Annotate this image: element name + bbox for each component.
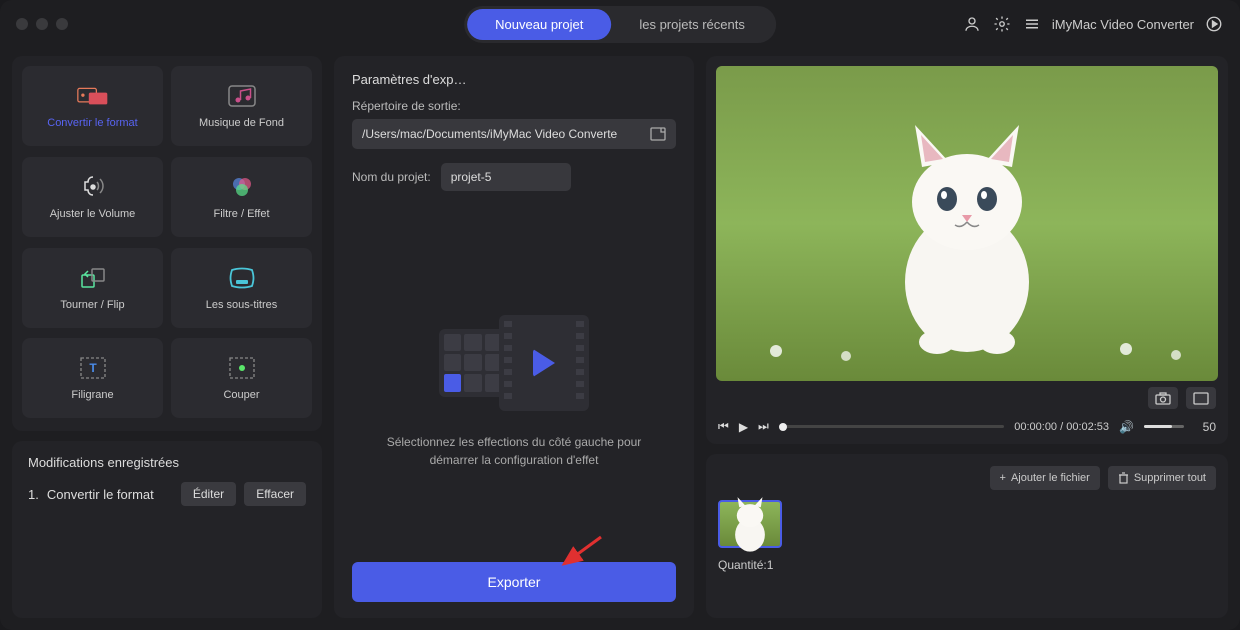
files-panel: +Ajouter le fichier Supprimer tout (706, 454, 1228, 618)
tool-label: Musique de Fond (199, 117, 284, 129)
settings-icon[interactable] (992, 14, 1012, 34)
volume-value: 50 (1194, 420, 1216, 434)
tool-adjust-volume[interactable]: Ajuster le Volume (22, 157, 163, 237)
tool-grid: Convertir le format Musique de Fond Ajus… (12, 56, 322, 431)
skip-forward-button[interactable]: ⏭ (758, 419, 769, 434)
modification-row: 1. Convertir le format Éditer Effacer (28, 482, 306, 506)
file-thumbnail[interactable] (718, 500, 782, 548)
play-circle-icon[interactable] (1204, 14, 1224, 34)
maximize-dot[interactable] (56, 18, 68, 30)
modifications-panel: Modifications enregistrées 1. Convertir … (12, 441, 322, 618)
tool-label: Filtre / Effet (213, 208, 269, 220)
add-file-button[interactable]: +Ajouter le fichier (990, 466, 1100, 490)
placeholder-graphic (439, 315, 589, 415)
output-dir-field[interactable]: /Users/mac/Documents/iMyMac Video Conver… (352, 119, 676, 149)
minimize-dot[interactable] (36, 18, 48, 30)
volume-icon (77, 174, 109, 200)
play-button[interactable]: ▶ (739, 420, 748, 434)
rotate-icon (77, 265, 109, 291)
filter-icon (226, 174, 258, 200)
menu-icon[interactable] (1022, 14, 1042, 34)
tool-label: Couper (223, 389, 259, 401)
volume-slider[interactable] (1144, 425, 1184, 428)
placeholder-area: Sélectionnez les effections du côté gauc… (352, 221, 676, 562)
svg-text:T: T (89, 361, 97, 375)
edit-button[interactable]: Éditer (181, 482, 236, 506)
mod-number: 1. (28, 487, 39, 502)
tool-label: Filigrane (71, 389, 113, 401)
clear-button[interactable]: Effacer (244, 482, 306, 506)
video-preview[interactable] (716, 66, 1218, 381)
titlebar: Nouveau projet les projets récents iMyMa… (0, 0, 1240, 48)
cut-icon (226, 355, 258, 381)
convert-icon (77, 83, 109, 109)
music-icon (226, 83, 258, 109)
skip-back-button[interactable]: ⏮ (718, 419, 729, 434)
tool-rotate-flip[interactable]: Tourner / Flip (22, 248, 163, 328)
tool-label: Ajuster le Volume (50, 208, 136, 220)
close-dot[interactable] (16, 18, 28, 30)
modifications-title: Modifications enregistrées (28, 455, 306, 470)
tool-filter-effect[interactable]: Filtre / Effet (171, 157, 312, 237)
tool-convert-format[interactable]: Convertir le format (22, 66, 163, 146)
user-icon[interactable] (962, 14, 982, 34)
nav-pill: Nouveau projet les projets récents (464, 6, 776, 43)
tool-label: Tourner / Flip (60, 299, 124, 311)
snapshot-button[interactable] (1148, 387, 1178, 409)
seek-bar[interactable] (779, 425, 1004, 428)
tab-new-project[interactable]: Nouveau projet (467, 9, 611, 40)
tool-label: Convertir le format (47, 117, 137, 129)
project-name-label: Nom du projet: (352, 170, 431, 184)
fullscreen-button[interactable] (1186, 387, 1216, 409)
tool-subtitles[interactable]: Les sous-titres (171, 248, 312, 328)
subtitles-icon (226, 265, 258, 291)
save-folder-icon[interactable] (650, 127, 666, 141)
export-heading: Paramètres d'exp… (352, 72, 676, 87)
tool-label: Les sous-titres (206, 299, 278, 311)
tool-background-music[interactable]: Musique de Fond (171, 66, 312, 146)
window-controls (16, 18, 68, 30)
watermark-icon: T (77, 355, 109, 381)
player-controls: ⏮ ▶ ⏭ 00:00:00 / 00:02:53 🔊 50 (716, 415, 1218, 438)
tool-cut[interactable]: Couper (171, 338, 312, 418)
tab-recent-projects[interactable]: les projets récents (611, 9, 773, 40)
export-button[interactable]: Exporter (352, 562, 676, 602)
project-name-input[interactable] (441, 163, 571, 191)
export-panel: Paramètres d'exp… Répertoire de sortie: … (334, 56, 694, 618)
remove-all-button[interactable]: Supprimer tout (1108, 466, 1216, 490)
mod-name: Convertir le format (47, 487, 173, 502)
quantity-label: Quantité:1 (718, 558, 1216, 572)
app-title: iMyMac Video Converter (1052, 17, 1194, 32)
video-panel: ⏮ ▶ ⏭ 00:00:00 / 00:02:53 🔊 50 (706, 56, 1228, 444)
time-display: 00:00:00 / 00:02:53 (1014, 421, 1109, 433)
tool-watermark[interactable]: T Filigrane (22, 338, 163, 418)
output-dir-value: /Users/mac/Documents/iMyMac Video Conver… (362, 127, 617, 141)
arrow-annotation (556, 534, 606, 570)
placeholder-text: Sélectionnez les effections du côté gauc… (377, 433, 652, 469)
output-dir-label: Répertoire de sortie: (352, 99, 676, 113)
volume-icon[interactable]: 🔊 (1119, 420, 1134, 434)
